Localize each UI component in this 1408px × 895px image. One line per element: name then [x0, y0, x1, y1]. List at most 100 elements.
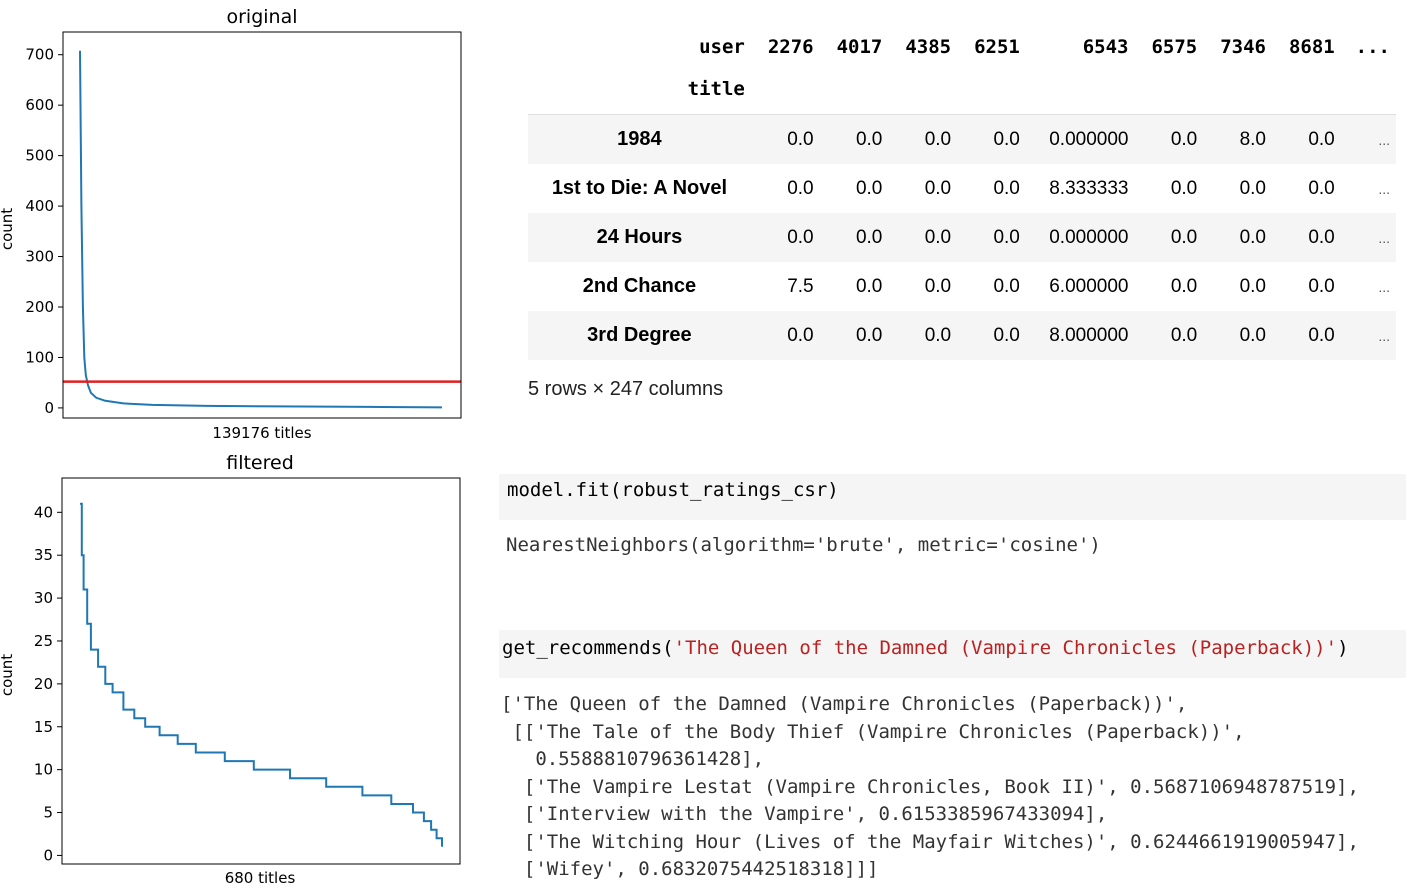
plot-frame: [62, 31, 462, 419]
table-cell: 0.0: [1170, 226, 1198, 248]
table-cell: 0.0: [1308, 177, 1335, 199]
table-cell: 0.0: [1170, 275, 1198, 297]
table-cell: 0.0: [787, 226, 814, 248]
table-cell: 0.0: [787, 177, 814, 199]
x-axis-label: 139176 titles: [212, 424, 311, 442]
table-row: 24 Hours 0.0 0.0 0.0 0.0 0.000000 0.0 0.0 0.0...: [528, 213, 1396, 262]
y-tick-label: 0: [44, 399, 54, 417]
cell-ellipsis: ...: [1378, 180, 1390, 197]
row-title: 24 Hours: [596, 226, 683, 248]
column-header: 7346: [1220, 36, 1266, 58]
chart-title: original: [226, 6, 297, 28]
y-tick-label: 5: [43, 804, 53, 822]
plot-marks: [63, 50, 461, 409]
y-tick-label: 30: [34, 589, 53, 607]
y-tick-label: 300: [25, 248, 54, 266]
y-ticks: 0 5 10 15 20 25 30 35 40: [34, 503, 62, 864]
table-cell: 0.0: [924, 226, 952, 248]
y-tick-label: 700: [25, 46, 54, 64]
table-cell: 0.0: [1170, 177, 1198, 199]
row-title: 2nd Chance: [582, 275, 697, 297]
row-title: 1984: [528, 114, 751, 164]
y-axis-label: count: [0, 208, 16, 250]
output-line: [['The Tale of the Body Thief (Vampire C…: [501, 720, 1245, 743]
table-cell: 0.0: [993, 177, 1020, 199]
y-tick-label: 15: [34, 718, 53, 736]
column-header: 6251: [974, 36, 1020, 58]
dataframe-table: user 2276 4017 4385 6251 6543 6575 7346 …: [528, 30, 1396, 360]
table-cell: 0.0: [855, 275, 883, 297]
table-cell: 0.0: [1239, 226, 1266, 248]
index-name: title: [687, 78, 745, 100]
y-tick-label: 400: [25, 197, 54, 215]
cell-ellipsis: ...: [1378, 327, 1390, 344]
table-row: 3rd Degree 0.0 0.0 0.0 0.0 8.000000 0.0 0.0 0.0.…: [528, 311, 1396, 360]
table-cell: 0.0: [1239, 324, 1266, 346]
table-row: 1984 0.0 0.0 0.0 0.0 0.000000 0.0 8.0 0.0...: [528, 114, 1396, 164]
column-header: 6575: [1151, 36, 1198, 58]
code-cell-recommends[interactable]: get_recommends('The Queen of the Damned …: [499, 630, 1406, 678]
table-cell: 0.0: [1239, 177, 1266, 199]
column-header-ellipsis: ...: [1355, 36, 1390, 58]
recommends-output: ['The Queen of the Damned (Vampire Chron…: [501, 691, 1359, 884]
output-line: ['Interview with the Vampire', 0.6153385…: [501, 803, 1108, 825]
table-cell: 0.0: [1134, 114, 1204, 164]
table-cell: 6.000000: [1049, 275, 1129, 297]
table-cell: 0.0: [855, 177, 883, 199]
y-tick-label: 0: [43, 846, 53, 864]
column-header: 8681: [1288, 36, 1335, 58]
table-cell: 0.0: [993, 226, 1020, 248]
column-header: 4385: [905, 36, 952, 58]
dataframe-body: 1984 0.0 0.0 0.0 0.0 0.000000 0.0 8.0 0.0... 1st …: [528, 114, 1396, 360]
chart-filtered-svg: filtered 680 titles count 0 5 10 15 20 25 30 35…: [0, 452, 461, 887]
table-cell: 0.0: [924, 177, 952, 199]
cell-ellipsis: ...: [1378, 229, 1390, 246]
index-header-row: title: [528, 64, 1396, 115]
y-tick-label: 600: [25, 96, 54, 114]
code-close: ): [1337, 637, 1349, 659]
code-cell-fit[interactable]: model.fit(robust_ratings_csr): [499, 474, 1406, 520]
y-tick-label: 20: [34, 675, 53, 693]
table-cell: 0.0: [1271, 114, 1341, 164]
y-tick-label: 500: [25, 147, 54, 165]
table-cell: 0.0: [1308, 226, 1335, 248]
chart-filtered: filtered 680 titles count 0 5 10 15 20 25 30 35…: [0, 446, 470, 895]
table-cell: 0.0: [924, 324, 952, 346]
table-row: 1st to Die: A Novel 0.0 0.0 0.0 0.0 8.333333 0…: [528, 164, 1396, 213]
code-string-arg: 'The Queen of the Damned (Vampire Chroni…: [673, 637, 1338, 659]
columns-name: user: [699, 36, 745, 58]
table-cell: 0.0: [787, 324, 814, 346]
column-header: 2276: [767, 36, 814, 58]
table-cell: 0.0: [855, 226, 883, 248]
cell-ellipsis: ...: [1340, 114, 1396, 164]
y-tick-label: 10: [34, 761, 53, 779]
chart-original: original 139176 titles count 0 100 200 300 4…: [0, 0, 470, 450]
output-line: ['The Vampire Lestat (Vampire Chronicles…: [501, 775, 1359, 798]
table-cell: 0.000000: [1025, 114, 1135, 164]
output-line: ['The Witching Hour (Lives of the Mayfai…: [501, 830, 1359, 853]
plot-frame: [61, 477, 461, 865]
series-line: [80, 502, 443, 847]
fit-output: NearestNeighbors(algorithm='brute', metr…: [506, 534, 1101, 556]
table-cell: 0.0: [855, 324, 883, 346]
plot-marks: [80, 502, 443, 847]
x-axis-label: 680 titles: [225, 869, 296, 887]
table-cell: 0.0: [1308, 324, 1335, 346]
code-fn: get_recommends(: [502, 637, 674, 659]
dataframe-output: user 2276 4017 4385 6251 6543 6575 7346 …: [528, 30, 1396, 360]
y-axis-label: count: [0, 654, 16, 696]
table-cell: 0.000000: [1049, 226, 1129, 248]
dataframe-shape: 5 rows × 247 columns: [528, 378, 724, 400]
output-line: 0.5588810796361428],: [501, 748, 765, 770]
table-cell: 0.0: [1308, 275, 1335, 297]
table-cell: 8.333333: [1049, 177, 1129, 199]
column-header: 4017: [836, 36, 883, 58]
series-line: [79, 50, 443, 409]
table-cell: 0.0: [888, 114, 958, 164]
table-cell: 8.000000: [1049, 324, 1129, 346]
table-row: 2nd Chance 7.5 0.0 0.0 0.0 6.000000 0.0 0.0 0.0.…: [528, 262, 1396, 311]
y-tick-label: 35: [34, 546, 53, 564]
table-cell: 8.0: [1203, 114, 1272, 164]
table-cell: 0.0: [993, 324, 1020, 346]
column-header: 6543: [1082, 36, 1129, 58]
